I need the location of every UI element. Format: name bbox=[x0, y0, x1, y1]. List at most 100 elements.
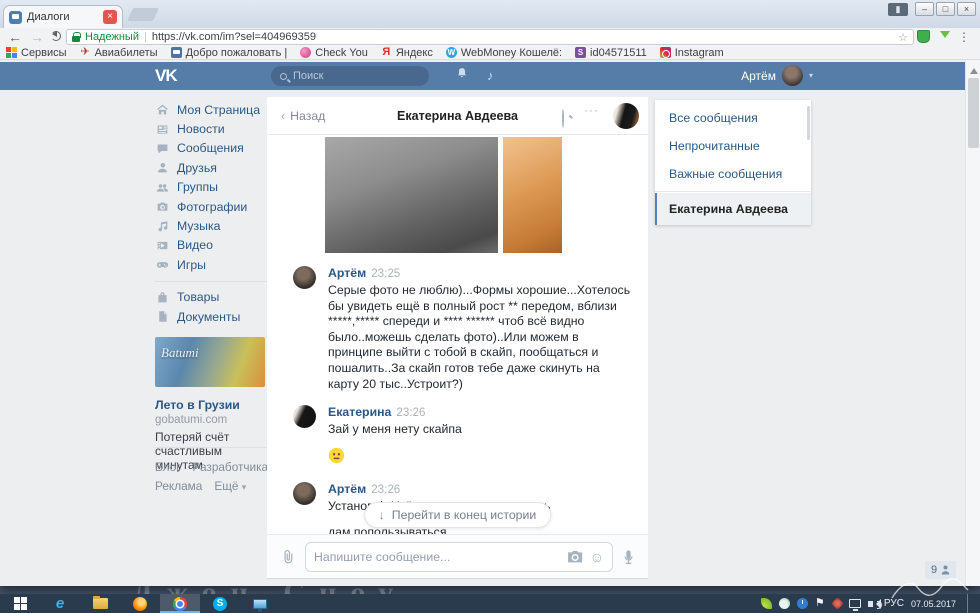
message-input[interactable] bbox=[314, 550, 561, 564]
sidebar-item-news[interactable]: Новости bbox=[155, 119, 267, 138]
bookmark-webmoney[interactable]: WWebMoney Кошелё: bbox=[446, 47, 562, 59]
sidebar-item-messages[interactable]: Сообщения bbox=[155, 139, 267, 158]
browser-profile-button[interactable]: ▮ bbox=[888, 3, 908, 16]
close-button[interactable]: × bbox=[957, 2, 976, 16]
address-bar[interactable]: Надежный | https://vk.com/im?sel=4049693… bbox=[66, 29, 914, 45]
taskbar-skype[interactable]: S bbox=[200, 594, 240, 613]
vk-header: VK Поиск ♪ Артём ▾ bbox=[0, 62, 965, 90]
notifications-bell-icon[interactable] bbox=[456, 67, 468, 79]
page-scrollbar[interactable] bbox=[965, 60, 980, 586]
bookmark-services[interactable]: Сервисы bbox=[6, 47, 67, 59]
minimize-button[interactable]: – bbox=[915, 2, 934, 16]
online-friends-counter[interactable]: 9 bbox=[925, 561, 956, 579]
taskbar-firefox[interactable] bbox=[120, 594, 160, 613]
message-time: 23:25 bbox=[371, 267, 400, 280]
message-time: 23:26 bbox=[371, 483, 400, 496]
bookmark-skype-id[interactable]: Sid04571511 bbox=[575, 47, 647, 59]
chat-menu-icon[interactable]: ··· bbox=[584, 103, 599, 117]
security-label: Надежный bbox=[85, 31, 139, 43]
browser-menu-icon[interactable]: ⋮ bbox=[958, 28, 970, 46]
microphone-icon[interactable] bbox=[623, 549, 634, 565]
avatar[interactable] bbox=[293, 405, 316, 428]
avatar[interactable] bbox=[293, 482, 316, 505]
sidebar-item-video[interactable]: Видео bbox=[155, 236, 267, 255]
ad-image[interactable]: Batumi bbox=[155, 337, 265, 387]
vk-logo[interactable]: VK bbox=[155, 66, 177, 86]
taskbar-explorer[interactable] bbox=[80, 594, 120, 613]
attachment-photo-grayscale[interactable] bbox=[325, 137, 498, 253]
url-text[interactable]: https://vk.com/im?sel=404969359 bbox=[152, 31, 893, 43]
jump-to-end-button[interactable]: ↓ Перейти в конец истории bbox=[364, 502, 551, 528]
volume-icon[interactable] bbox=[868, 601, 873, 607]
filter-important[interactable]: Важные сообщения bbox=[655, 160, 811, 188]
ad-title-link[interactable]: Лето в Грузии bbox=[155, 398, 267, 412]
bookmark-star-icon[interactable]: ☆ bbox=[898, 31, 908, 44]
header-user-menu[interactable]: Артём ▾ bbox=[741, 65, 813, 86]
chat-header-avatar[interactable] bbox=[613, 103, 639, 129]
message-author[interactable]: Екатерина bbox=[328, 405, 391, 419]
message-author[interactable]: Артём bbox=[328, 482, 366, 496]
leaf-tray-icon[interactable] bbox=[761, 598, 772, 609]
url-separator: | bbox=[144, 31, 147, 43]
back-button[interactable]: ← bbox=[8, 28, 22, 46]
bookmark-checkyou[interactable]: Check You bbox=[300, 47, 368, 59]
person-icon bbox=[155, 161, 169, 175]
scrollbar-thumb[interactable] bbox=[968, 78, 979, 148]
sidebar-item-music[interactable]: Музыка bbox=[155, 216, 267, 235]
bookmark-avia[interactable]: ✈Авиабилеты bbox=[80, 47, 158, 59]
sidebar-item-photos[interactable]: Фотографии bbox=[155, 197, 267, 216]
bookmark-yandex[interactable]: ЯЯндекс bbox=[381, 47, 433, 59]
maximize-button[interactable]: □ bbox=[936, 2, 955, 16]
taskbar-ie[interactable]: e bbox=[40, 594, 80, 613]
cloud-tray-icon[interactable] bbox=[779, 598, 790, 609]
sidebar-item-docs[interactable]: Документы bbox=[155, 307, 267, 326]
camera-icon[interactable] bbox=[568, 551, 583, 563]
footer-link-ads[interactable]: Реклама bbox=[155, 479, 202, 493]
action-center-flag-icon[interactable]: ⚑ bbox=[815, 598, 826, 609]
bookmark-instagram[interactable]: Instagram bbox=[660, 47, 724, 59]
sidebar-item-groups[interactable]: Группы bbox=[155, 178, 267, 197]
footer-link-blog[interactable]: Блог bbox=[155, 460, 181, 474]
message-input-box[interactable]: ☺ bbox=[305, 542, 613, 572]
search-icon bbox=[280, 73, 287, 80]
scheduler-tray-icon[interactable] bbox=[797, 598, 808, 609]
home-icon bbox=[155, 103, 169, 117]
network-icon[interactable] bbox=[849, 599, 861, 608]
scroll-up-arrow[interactable] bbox=[970, 64, 978, 74]
avatar[interactable] bbox=[293, 266, 316, 289]
filter-unread[interactable]: Непрочитанные bbox=[655, 132, 811, 160]
smiley-icon[interactable]: ☺ bbox=[590, 550, 604, 564]
message-text: Серые фото не люблю)...Формы хорошие...Х… bbox=[328, 283, 634, 392]
browser-tab[interactable]: Диалоги × bbox=[3, 5, 123, 28]
start-button[interactable] bbox=[0, 594, 40, 613]
sidebar-item-games[interactable]: Игры bbox=[155, 255, 267, 274]
new-tab-button[interactable] bbox=[127, 8, 159, 21]
taskbar-chrome-active[interactable] bbox=[160, 594, 200, 613]
sidebar-item-profile[interactable]: Моя Страница bbox=[155, 100, 267, 119]
download-extension-icon[interactable] bbox=[938, 30, 951, 43]
adblock-shield-icon[interactable] bbox=[917, 30, 930, 43]
person-icon bbox=[941, 565, 950, 575]
paperclip-icon[interactable] bbox=[281, 549, 295, 564]
taskbar-computer[interactable] bbox=[240, 594, 280, 613]
sidebar-item-market[interactable]: Товары bbox=[155, 288, 267, 307]
filter-all-messages[interactable]: Все сообщения bbox=[655, 104, 811, 132]
chat-search-icon[interactable] bbox=[562, 110, 564, 128]
chat-panel: ‹Назад Екатерина Авдеева ··· Артём23:25 bbox=[267, 97, 648, 578]
reload-button[interactable] bbox=[51, 31, 61, 41]
dialog-item-selected[interactable]: Екатерина Авдеева bbox=[655, 193, 811, 225]
bookmarks-bar: Сервисы ✈Авиабилеты Добро пожаловать | C… bbox=[0, 46, 980, 60]
chat-message-list[interactable]: Артём 23:25 Серые фото не люблю)...Формы … bbox=[267, 136, 648, 534]
message-author[interactable]: Артём bbox=[328, 266, 366, 280]
bookmark-vk[interactable]: Добро пожаловать | bbox=[171, 47, 288, 59]
footer-link-developers[interactable]: Разработчикам bbox=[193, 460, 277, 474]
footer-link-more[interactable]: Ещё ▾ bbox=[214, 479, 246, 493]
sidebar-item-friends[interactable]: Друзья bbox=[155, 158, 267, 177]
forward-button[interactable]: → bbox=[30, 28, 44, 46]
panel-scrollbar[interactable] bbox=[807, 106, 810, 140]
tab-close-button[interactable]: × bbox=[103, 10, 117, 24]
antivirus-tray-icon[interactable] bbox=[831, 597, 844, 610]
vk-search-box[interactable]: Поиск bbox=[271, 66, 429, 86]
attachment-photo-color[interactable] bbox=[503, 137, 562, 253]
music-icon[interactable]: ♪ bbox=[487, 68, 494, 83]
